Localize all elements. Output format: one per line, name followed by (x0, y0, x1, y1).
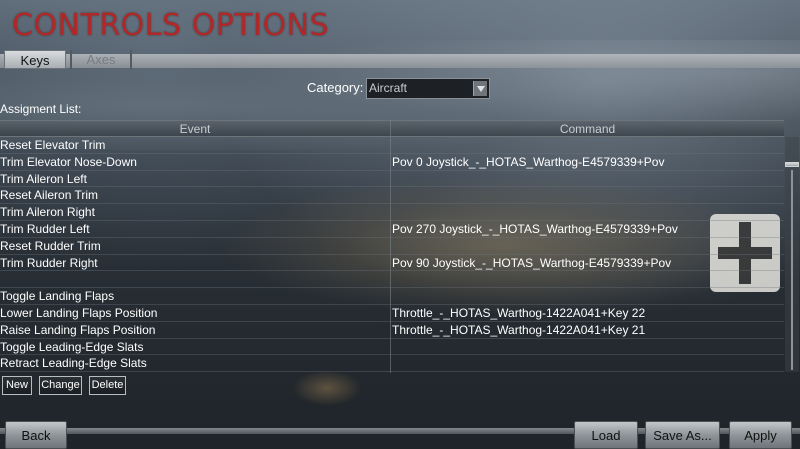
assignment-table: Event Command Reset Elevator Trim Trim E… (0, 120, 784, 373)
scrollbar-thumb[interactable] (785, 162, 799, 167)
event-cell: Toggle Leading-Edge Slats (0, 339, 144, 354)
tab-axes[interactable]: Axes (70, 50, 132, 69)
delete-button[interactable]: Delete (89, 376, 126, 395)
table-row[interactable]: Reset Aileron Trim (0, 187, 784, 205)
table-row[interactable]: Raise Landing Flaps Position Throttle_-_H… (0, 322, 784, 339)
event-cell: Reset Aileron Trim (0, 188, 99, 203)
event-cell: Trim Aileron Right (0, 205, 95, 220)
command-cell: Pov 270 Joystick_-_HOTAS_Warthog-E457933… (392, 221, 678, 236)
table-header: Event Command (0, 120, 784, 137)
table-row[interactable]: Trim Aileron Left (0, 171, 784, 188)
table-row[interactable]: Toggle Leading-Edge Slats (0, 339, 784, 356)
tab-keys[interactable]: Keys (4, 50, 66, 69)
table-row[interactable]: Trim Rudder Right Pov 90 Joystick_-_HOTAS… (0, 255, 784, 272)
category-label: Category: (307, 80, 364, 95)
table-row[interactable]: Trim Aileron Right (0, 204, 784, 221)
table-row[interactable]: Trim Rudder Left Pov 270 Joystick_-_HOTAS… (0, 221, 784, 238)
chevron-down-icon[interactable] (473, 81, 487, 96)
table-row[interactable]: Reset Elevator Trim (0, 137, 784, 154)
column-header-event[interactable]: Event (0, 122, 390, 136)
table-row[interactable]: Trim Elevator Nose-Down Pov 0 Joystick_-_… (0, 154, 784, 171)
event-cell: Toggle Landing Flaps (0, 289, 115, 304)
event-cell: Retract Leading-Edge Slats (0, 356, 147, 371)
table-row[interactable]: Lower Landing Flaps Position Throttle_-_H… (0, 305, 784, 322)
assignment-list-label: Assigment List: (0, 102, 82, 116)
table-row[interactable]: Reset Rudder Trim (0, 238, 784, 255)
load-button[interactable]: Load (574, 421, 638, 449)
background-small-aircraft (292, 370, 362, 406)
event-cell: Trim Rudder Right (0, 255, 98, 270)
command-cell: Throttle_-_HOTAS_Warthog-1422A041+Key 21 (392, 322, 646, 337)
table-row[interactable] (0, 271, 784, 289)
new-button[interactable]: New (2, 376, 32, 395)
apply-button[interactable]: Apply (729, 421, 792, 449)
change-button[interactable]: Change (39, 376, 82, 395)
column-header-command[interactable]: Command (391, 122, 784, 136)
event-cell: Reset Rudder Trim (0, 238, 101, 253)
back-button[interactable]: Back (5, 421, 67, 449)
command-cell: Pov 90 Joystick_-_HOTAS_Warthog-E4579339… (392, 255, 672, 270)
table-scrollbar[interactable] (785, 137, 799, 372)
event-cell: Lower Landing Flaps Position (0, 305, 158, 320)
save-as-button[interactable]: Save As... (645, 421, 720, 449)
command-cell: Pov 0 Joystick_-_HOTAS_Warthog-E4579339+… (392, 154, 665, 169)
scrollbar-track[interactable] (791, 170, 793, 370)
event-cell: Trim Elevator Nose-Down (0, 154, 137, 169)
page-title: CONTROLS OPTIONS (12, 8, 330, 43)
command-cell: Throttle_-_HOTAS_Warthog-1422A041+Key 22 (392, 305, 646, 320)
event-cell: Trim Rudder Left (0, 221, 90, 236)
event-cell: Raise Landing Flaps Position (0, 322, 156, 337)
event-cell: Reset Elevator Trim (0, 138, 106, 152)
event-cell: Trim Aileron Left (0, 171, 87, 186)
table-row[interactable]: Retract Leading-Edge Slats (0, 355, 784, 373)
table-row[interactable]: Toggle Landing Flaps (0, 288, 784, 305)
category-selected-value: Aircraft (369, 81, 408, 95)
category-select[interactable]: Aircraft (366, 78, 490, 99)
